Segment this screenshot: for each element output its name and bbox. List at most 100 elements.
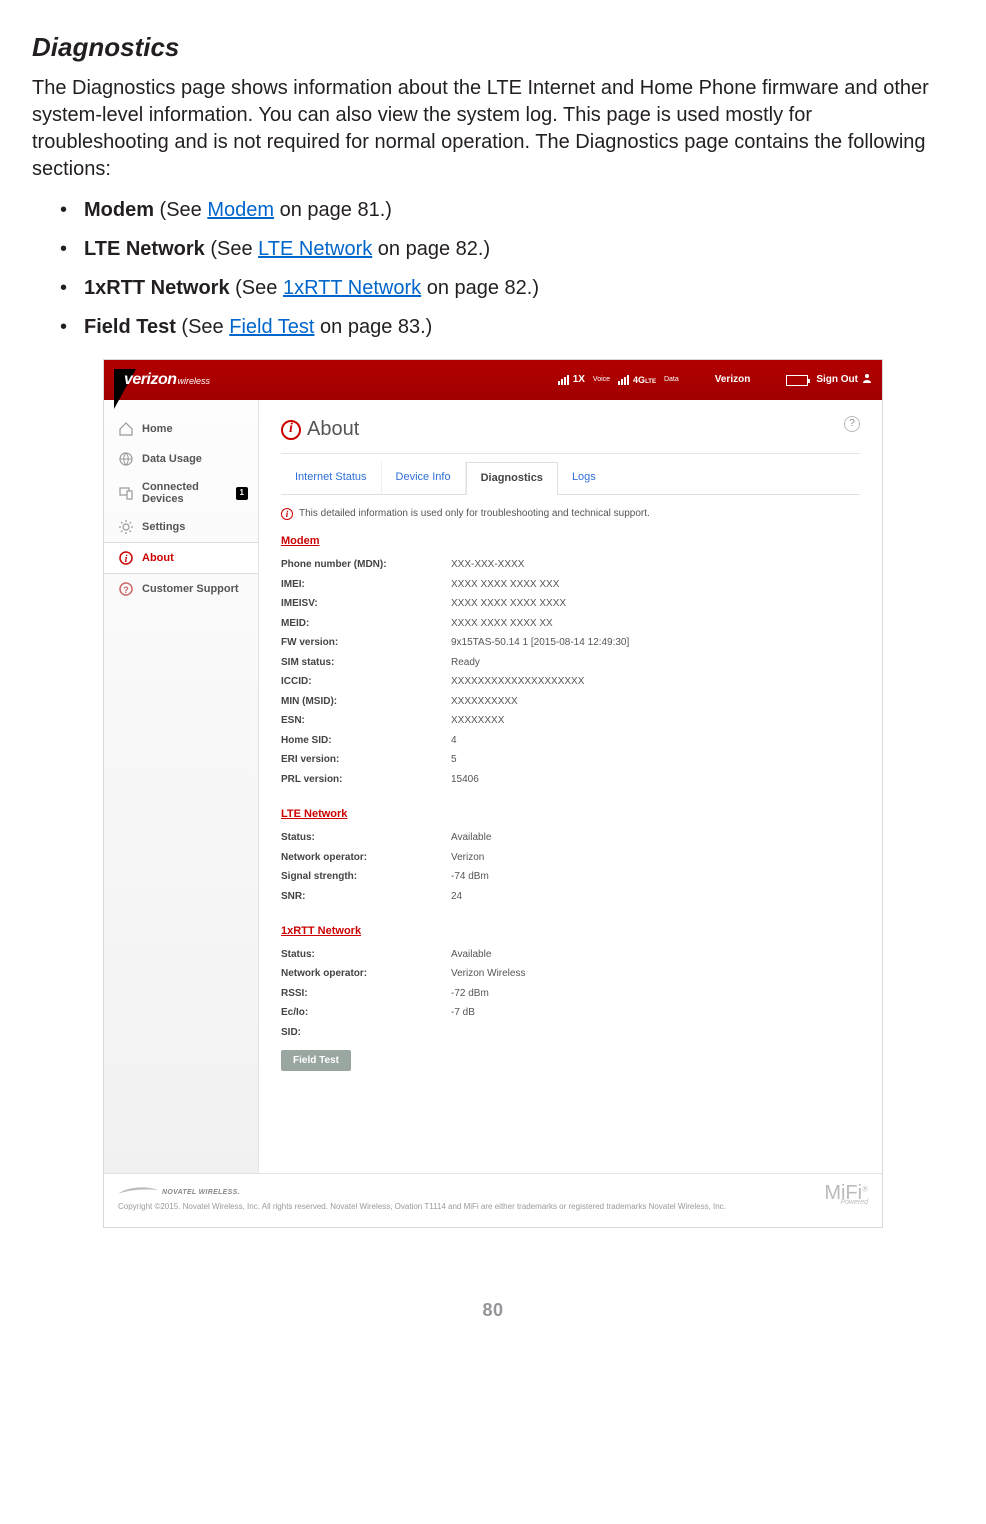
sidebar-item-label: Data Usage [142,452,202,467]
help-button[interactable]: ? [844,416,860,432]
section-heading-lte: LTE Network [281,807,860,822]
kv-key: Status: [281,948,451,962]
kv-value: XXX-XXX-XXXX [451,558,524,572]
net-tag: 4GLTE [633,374,656,386]
kv-key: FW version: [281,636,451,650]
voice-signal: 1X [558,373,585,387]
info-icon: i [118,550,134,566]
info-icon: i [281,420,301,440]
kv-value: XXXXXXXX [451,714,504,728]
kv-row: ICCID:XXXXXXXXXXXXXXXXXXXX [281,672,860,692]
mifi-logo: MiFi® Powered [824,1184,868,1206]
xref-link[interactable]: Field Test [229,316,314,338]
kv-key: ICCID: [281,675,451,689]
kv-value: -74 dBm [451,870,489,884]
logo-sub: wireless [178,375,211,387]
kv-row: SID: [281,1023,860,1043]
xref-link[interactable]: 1xRTT Network [283,277,421,299]
top-bar: verizonwireless 1X Voice 4GLTE Data Veri… [104,360,882,400]
kv-key: MIN (MSID): [281,695,451,709]
kv-row: IMEI:XXXX XXXX XXXX XXX [281,575,860,595]
kv-key: IMEISV: [281,597,451,611]
topbar-status: 1X Voice 4GLTE Data Verizon Sign Out [558,373,872,388]
sidebar-item-label: Connected Devices [142,481,228,505]
sidebar-item-about[interactable]: i About [104,542,258,574]
list-tail: on page 82.) [372,238,490,260]
sidebar-item-home[interactable]: Home [104,414,258,444]
home-icon [118,421,134,437]
data-signal: 4GLTE [618,374,656,386]
kv-value: XXXX XXXX XXXX XXXX [451,597,566,611]
kv-key: Signal strength: [281,870,451,884]
kv-row: RSSI:-72 dBm [281,984,860,1004]
kv-row: Network operator:Verizon [281,848,860,868]
carrier-label: Verizon [715,373,751,387]
lte-section: LTE Network Status:AvailableNetwork oper… [281,807,860,906]
xref-link[interactable]: Modem [207,199,274,221]
kv-row: FW version:9x15TAS-50.14 1 [2015-08-14 1… [281,633,860,653]
list-item: LTE Network (See LTE Network on page 82.… [84,236,954,263]
footer-left: NOVATEL WIRELESS. Copyright ©2015. Novat… [118,1184,726,1213]
kv-value: 9x15TAS-50.14 1 [2015-08-14 12:49:30] [451,636,629,650]
list-tail: on page 82.) [421,277,539,299]
list-bold: LTE Network [84,238,205,260]
kv-row: Phone number (MDN):XXX-XXX-XXXX [281,555,860,575]
kv-row: SNR:24 [281,887,860,907]
section-list: Modem (See Modem on page 81.) LTE Networ… [32,197,954,341]
kv-value: Verizon Wireless [451,967,525,981]
sidebar-item-label: Home [142,422,173,437]
sidebar-item-data-usage[interactable]: Data Usage [104,444,258,474]
signal-bars-icon [618,375,629,385]
kv-row: Home SID:4 [281,731,860,751]
kv-value: -72 dBm [451,987,489,1001]
kv-key: Phone number (MDN): [281,558,451,572]
sidebar-item-connected-devices[interactable]: Connected Devices 1 [104,474,258,512]
list-bold: Field Test [84,316,176,338]
sidebar-item-label: Settings [142,520,185,535]
kv-value: 4 [451,734,457,748]
page-number: 80 [32,1298,954,1322]
kv-key: SIM status: [281,656,451,670]
list-tail: on page 81.) [274,199,392,221]
globe-icon [118,451,134,467]
kv-key: ERI version: [281,753,451,767]
list-mid: (See [176,316,229,338]
kv-value: 15406 [451,773,479,787]
svg-text:?: ? [123,585,129,595]
device-count-badge: 1 [236,487,248,500]
sidebar-item-label: About [142,551,174,566]
screenshot-container: verizonwireless 1X Voice 4GLTE Data Veri… [103,359,883,1228]
kv-key: ESN: [281,714,451,728]
verizon-logo: verizonwireless [114,369,274,391]
field-test-button[interactable]: Field Test [281,1050,351,1071]
sidebar-item-settings[interactable]: Settings [104,512,258,542]
sign-out-link[interactable]: Sign Out [816,373,872,388]
sidebar-item-customer-support[interactable]: ? Customer Support [104,574,258,604]
list-tail: on page 83.) [314,316,432,338]
list-item: Modem (See Modem on page 81.) [84,197,954,224]
list-item: 1xRTT Network (See 1xRTT Network on page… [84,275,954,302]
kv-key: Home SID: [281,734,451,748]
tab-logs[interactable]: Logs [558,462,610,494]
kv-row: ESN:XXXXXXXX [281,711,860,731]
kv-key: PRL version: [281,773,451,787]
kv-value: -7 dB [451,1006,475,1020]
kv-row: MIN (MSID):XXXXXXXXXX [281,692,860,712]
tab-internet-status[interactable]: Internet Status [281,462,382,494]
kv-value: XXXXXXXXXX [451,695,518,709]
page-title: i About [281,412,860,454]
tab-device-info[interactable]: Device Info [382,462,466,494]
gear-icon [118,519,134,535]
tab-diagnostics[interactable]: Diagnostics [466,462,558,495]
main-area: Home Data Usage Connected Devices 1 Sett… [104,400,882,1173]
footer: NOVATEL WIRELESS. Copyright ©2015. Novat… [104,1173,882,1227]
content-pane: ? i About Internet Status Device Info Di… [259,400,882,1173]
kv-value: Ready [451,656,480,670]
kv-value: 5 [451,753,457,767]
kv-row: IMEISV:XXXX XXXX XXXX XXXX [281,594,860,614]
info-note: i This detailed information is used only… [281,507,860,521]
devices-icon [118,485,134,501]
xref-link[interactable]: LTE Network [258,238,372,260]
list-bold: 1xRTT Network [84,277,230,299]
kv-key: SID: [281,1026,451,1040]
